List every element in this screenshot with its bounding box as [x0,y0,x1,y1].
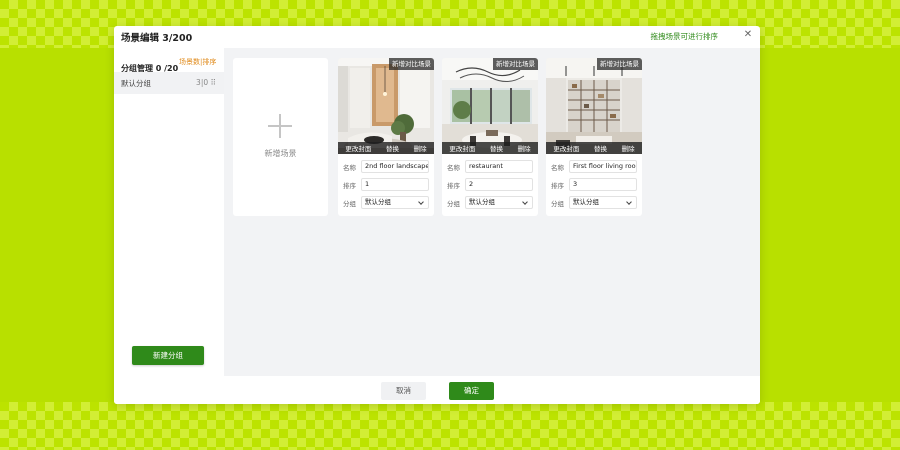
close-icon[interactable]: ✕ [742,29,754,41]
group-item-default[interactable]: 默认分组 3|0 ⠿ [114,72,224,94]
group-item-label: 默认分组 [121,79,151,88]
replace-button[interactable]: 替换 [594,143,607,153]
background-pattern-bottom [0,402,900,450]
change-cover-button[interactable]: 更改封面 [345,143,371,153]
cancel-button[interactable]: 取消 [381,382,426,400]
scene-grid: 新增场景 新增对比场景 更改封面 替换 删除 名称 2nd floor land… [224,48,760,376]
scene-edit-modal: 场景编辑 3/200 拖拽场景可进行排序 ✕ 分组管理 0 /20 场景数|排序… [114,26,760,404]
change-cover-button[interactable]: 更改封面 [449,143,475,153]
name-input[interactable]: restaurant [465,160,533,173]
scene-action-bar: 更改封面 替换 删除 [442,142,538,154]
name-input[interactable]: First floor living room [569,160,637,173]
plus-icon [268,114,292,138]
add-compare-scene-button[interactable]: 新增对比场景 [389,58,434,70]
add-scene-card[interactable]: 新增场景 [233,58,328,216]
order-input[interactable]: 3 [569,178,637,191]
name-field-row: 名称 restaurant [447,160,533,173]
scene-thumbnail: 新增对比场景 更改封面 替换 删除 [546,58,642,154]
name-label: 名称 [343,164,356,172]
group-select-value: 默认分组 [469,198,495,206]
replace-button[interactable]: 替换 [386,143,399,153]
group-select[interactable]: 默认分组 [361,196,429,209]
group-sidebar: 分组管理 0 /20 场景数|排序 默认分组 3|0 ⠿ 新建分组 [114,48,224,376]
group-item-count: 3|0 ⠿ [196,78,216,87]
add-compare-scene-button[interactable]: 新增对比场景 [597,58,642,70]
group-label: 分组 [343,200,356,208]
chevron-down-icon [418,199,424,205]
name-label: 名称 [447,164,460,172]
group-field-row: 分组 默认分组 [447,196,533,209]
confirm-button[interactable]: 确定 [449,382,494,400]
change-cover-button[interactable]: 更改封面 [553,143,579,153]
add-compare-scene-button[interactable]: 新增对比场景 [493,58,538,70]
group-select-value: 默认分组 [365,198,391,206]
scene-thumbnail: 新增对比场景 更改封面 替换 删除 [338,58,434,154]
scene-thumbnail: 新增对比场景 更改封面 替换 删除 [442,58,538,154]
add-scene-label: 新增场景 [264,149,297,158]
scene-action-bar: 更改封面 替换 删除 [546,142,642,154]
group-select[interactable]: 默认分组 [569,196,637,209]
name-input[interactable]: 2nd floor landscape [361,160,429,173]
group-header: 分组管理 0 /20 场景数|排序 [121,56,221,73]
modal-header: 场景编辑 3/200 拖拽场景可进行排序 ✕ [114,26,760,48]
order-input[interactable]: 1 [361,178,429,191]
delete-button[interactable]: 删除 [622,143,635,153]
order-field-row: 排序 2 [447,178,533,191]
delete-button[interactable]: 删除 [414,143,427,153]
scene-card[interactable]: 新增对比场景 更改封面 替换 删除 名称 First floor living … [546,58,642,216]
chevron-down-icon [522,199,528,205]
group-field-row: 分组 默认分组 [551,196,637,209]
order-field-row: 排序 3 [551,178,637,191]
order-label: 排序 [551,182,564,190]
name-field-row: 名称 2nd floor landscape [343,160,429,173]
scene-card[interactable]: 新增对比场景 更改封面 替换 删除 名称 restaurant 排序 2 分组 … [442,58,538,216]
new-group-button[interactable]: 新建分组 [132,346,204,365]
group-select-value: 默认分组 [573,198,599,206]
group-field-row: 分组 默认分组 [343,196,429,209]
order-label: 排序 [343,182,356,190]
delete-button[interactable]: 删除 [518,143,531,153]
group-label: 分组 [447,200,460,208]
group-select[interactable]: 默认分组 [465,196,533,209]
order-input[interactable]: 2 [465,178,533,191]
replace-button[interactable]: 替换 [490,143,503,153]
order-field-row: 排序 1 [343,178,429,191]
name-label: 名称 [551,164,564,172]
name-field-row: 名称 First floor living room [551,160,637,173]
drag-sort-hint: 拖拽场景可进行排序 [650,32,719,41]
chevron-down-icon [626,199,632,205]
scene-action-bar: 更改封面 替换 删除 [338,142,434,154]
scene-card[interactable]: 新增对比场景 更改封面 替换 删除 名称 2nd floor landscape… [338,58,434,216]
order-label: 排序 [447,182,460,190]
group-sort-link[interactable]: 场景数|排序 [179,57,216,67]
group-label: 分组 [551,200,564,208]
modal-footer: 取消 确定 [114,376,760,404]
modal-title: 场景编辑 3/200 [121,33,193,44]
